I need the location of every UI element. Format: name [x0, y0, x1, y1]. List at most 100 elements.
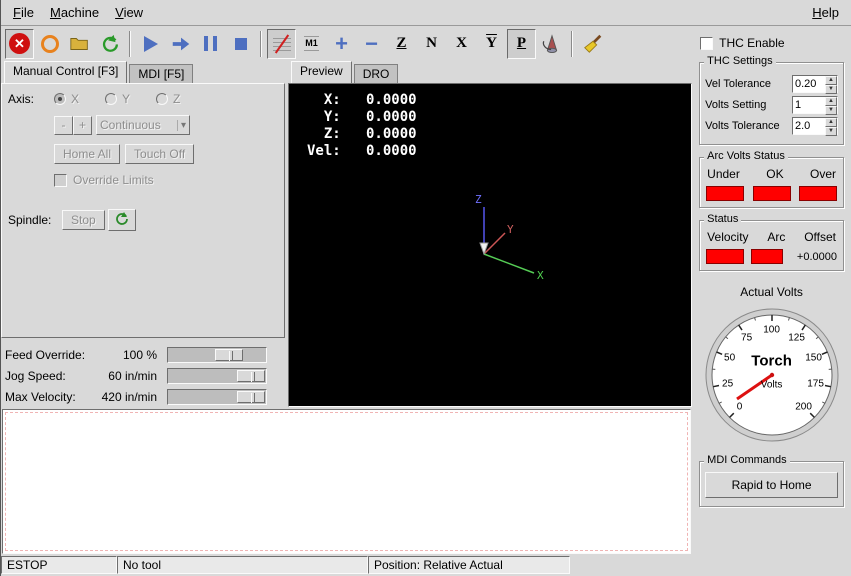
view-rotated-top-button[interactable]: N — [417, 29, 446, 59]
menu-view[interactable]: View — [107, 1, 151, 24]
vel-tolerance-value[interactable]: 0.20 — [793, 76, 825, 92]
spin-up-arrow[interactable]: ▲ — [825, 118, 837, 127]
spin-down-arrow[interactable]: ▼ — [825, 127, 837, 136]
manual-tabs: Manual Control [F3] MDI [F5] — [1, 61, 285, 83]
gauge-tick-label: 25 — [722, 379, 733, 390]
view-p-icon: P — [517, 35, 526, 52]
volts-tolerance-spinbox[interactable]: 2.0 ▲▼ — [792, 117, 838, 135]
gauge-tick-label: 150 — [805, 353, 822, 364]
axis-radio-z-label: Z — [173, 92, 180, 106]
jog-minus-button[interactable]: - — [54, 116, 73, 135]
slider-handle[interactable] — [215, 349, 243, 361]
jog-plus-button[interactable]: + — [73, 116, 92, 135]
arc-indicator — [751, 249, 783, 264]
feed-override-slider[interactable] — [167, 347, 267, 363]
dro-y: Y: 0.0000 — [307, 109, 417, 126]
spin-up-arrow[interactable]: ▲ — [825, 76, 837, 85]
touch-off-button[interactable]: Touch Off — [125, 144, 194, 164]
spindle-stop-button[interactable]: Stop — [62, 210, 105, 230]
axis-radio-z[interactable]: Z — [156, 92, 180, 106]
menu-file[interactable]: File — [5, 1, 42, 24]
thc-enable-checkbox[interactable]: THC Enable — [700, 36, 845, 50]
zoom-in-button[interactable] — [327, 29, 356, 59]
reload-file-button[interactable] — [95, 29, 124, 59]
machine-power-button[interactable] — [35, 29, 64, 59]
view-top-button[interactable]: Z — [387, 29, 416, 59]
status-title: Status — [704, 213, 741, 225]
axis-radio-x[interactable]: X — [54, 92, 79, 106]
optional-stop-toggle[interactable]: M1 — [297, 29, 326, 59]
axis-radio-y-label: Y — [122, 92, 130, 106]
menubar: File Machine View Help — [1, 0, 851, 26]
volts-setting-spinbox[interactable]: 1 ▲▼ — [792, 96, 838, 114]
slider-handle[interactable] — [237, 370, 265, 382]
mdi-commands-title: MDI Commands — [704, 454, 789, 466]
manual-panel: Manual Control [F3] MDI [F5] Axis: X — [1, 61, 285, 407]
spindle-label: Spindle: — [8, 213, 54, 227]
override-limits-checkbox[interactable] — [54, 174, 67, 187]
gauge-tick-label: 125 — [788, 333, 805, 344]
view-x-icon: X — [456, 35, 467, 52]
power-icon — [41, 35, 59, 53]
run-program-button[interactable] — [136, 29, 165, 59]
pause-button[interactable] — [196, 29, 225, 59]
zoom-out-button[interactable] — [357, 29, 386, 59]
minus-icon — [365, 34, 378, 54]
skip-lines-toggle[interactable] — [267, 29, 296, 59]
axis-label: Axis: — [8, 92, 54, 106]
axis-radio-y[interactable]: Y — [105, 92, 130, 106]
override-limits-label: Override Limits — [73, 173, 154, 187]
preview-canvas[interactable]: X: 0.0000 Y: 0.0000 Z: 0.0000 Vel: 0.000… — [288, 83, 692, 407]
radio-icon — [105, 93, 117, 105]
menu-help[interactable]: Help — [804, 1, 847, 24]
stop-icon — [235, 38, 247, 50]
estop-button[interactable] — [5, 29, 34, 59]
stop-button[interactable] — [226, 29, 255, 59]
dro-readout: X: 0.0000 Y: 0.0000 Z: 0.0000 Vel: 0.000… — [307, 92, 417, 160]
skip-lines-icon — [273, 35, 291, 53]
jog-speed-value: 60 in/min — [97, 369, 167, 383]
spin-down-arrow[interactable]: ▼ — [825, 106, 837, 115]
tab-manual-control[interactable]: Manual Control [F3] — [4, 61, 127, 83]
tab-dro[interactable]: DRO — [354, 64, 399, 83]
volts-tolerance-value[interactable]: 2.0 — [793, 118, 825, 134]
view-side-x-button[interactable]: X — [447, 29, 476, 59]
volts-setting-value[interactable]: 1 — [793, 97, 825, 113]
jog-speed-slider[interactable] — [167, 368, 267, 384]
open-file-button[interactable] — [65, 29, 94, 59]
max-velocity-value: 420 in/min — [97, 390, 167, 404]
view-side-y-button[interactable]: Y — [477, 29, 506, 59]
clear-plot-button[interactable] — [578, 29, 607, 59]
offset-label: Offset — [804, 230, 836, 244]
gauge-tick-label: 50 — [724, 353, 735, 364]
spin-up-arrow[interactable]: ▲ — [825, 97, 837, 106]
optional-stop-icon: M1 — [304, 36, 319, 51]
menu-machine[interactable]: Machine — [42, 1, 107, 24]
gauge-tick-label: 200 — [795, 402, 812, 413]
spindle-direction-button[interactable] — [108, 209, 136, 231]
checkbox-icon — [700, 37, 713, 50]
spin-down-arrow[interactable]: ▼ — [825, 85, 837, 94]
axis-radio-x-label: X — [71, 92, 79, 106]
output-history[interactable] — [2, 409, 691, 554]
statusbar-position-mode: Position: Relative Actual — [368, 556, 570, 574]
slider-handle[interactable] — [237, 391, 265, 403]
tab-mdi[interactable]: MDI [F5] — [129, 64, 193, 83]
velocity-label: Velocity — [707, 230, 748, 244]
axis-window: File Machine View Help — [0, 0, 851, 576]
vel-tolerance-spinbox[interactable]: 0.20 ▲▼ — [792, 75, 838, 93]
mdi-commands-group: MDI Commands Rapid to Home — [699, 461, 844, 507]
ok-indicator — [753, 186, 791, 201]
home-all-button[interactable]: Home All — [54, 144, 120, 164]
rotate-view-button[interactable] — [537, 29, 566, 59]
rapid-to-home-button[interactable]: Rapid to Home — [705, 472, 838, 498]
chevron-down-icon: ▾ — [177, 120, 186, 131]
max-velocity-slider[interactable] — [167, 389, 267, 405]
jog-mode-select[interactable]: Continuous ▾ — [96, 115, 190, 135]
view-perspective-button[interactable]: P — [507, 29, 536, 59]
statusbar: ESTOP No tool Position: Relative Actual — [1, 556, 692, 576]
preview-panel: Preview DRO X: 0.0000 Y: 0.0000 Z: 0.000… — [288, 61, 692, 407]
run-step-button[interactable] — [166, 29, 195, 59]
tab-preview[interactable]: Preview — [291, 61, 352, 83]
velocity-indicator — [706, 249, 744, 264]
